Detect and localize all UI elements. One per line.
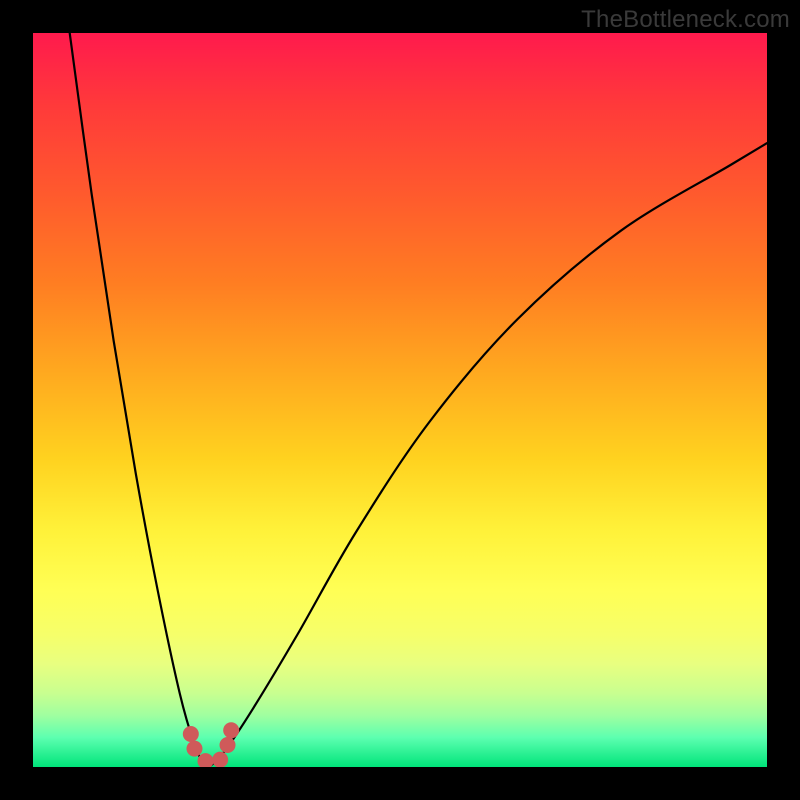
plot-area — [33, 33, 767, 767]
curve-layer — [33, 33, 767, 767]
curve-bottleneck-left — [70, 33, 209, 767]
marker-dot — [223, 722, 239, 738]
watermark-text: TheBottleneck.com — [581, 6, 790, 34]
marker-dot — [183, 726, 199, 742]
curve-bottleneck-right — [209, 143, 767, 767]
marker-dot — [220, 737, 236, 753]
marker-cluster — [183, 722, 239, 767]
chart-frame: TheBottleneck.com — [0, 0, 800, 800]
marker-dot — [212, 752, 228, 767]
marker-dot — [186, 741, 202, 757]
bottleneck-curve — [70, 33, 767, 767]
